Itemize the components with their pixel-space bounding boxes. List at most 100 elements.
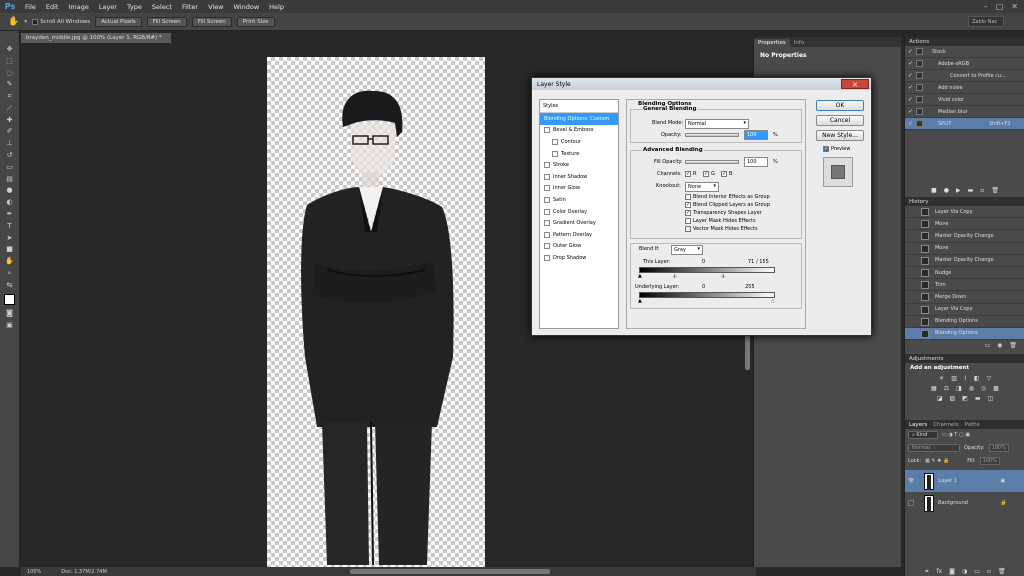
layer-name[interactable]: Background <box>938 500 996 506</box>
mask-icon[interactable]: ◙ <box>949 568 955 575</box>
new-document-icon[interactable]: ▭ <box>984 342 990 349</box>
style-blending-options[interactable]: Blending Options: Custom <box>540 113 618 125</box>
marquee-tool-icon[interactable]: ⬚ <box>4 57 16 65</box>
delete-icon[interactable]: 🗑 <box>991 187 999 194</box>
hue-saturation-icon[interactable]: ▦ <box>931 385 937 392</box>
layer-style-icon[interactable]: ▣ <box>1000 478 1005 484</box>
screen-mode-icon[interactable]: ▣ <box>4 321 16 329</box>
layer-name[interactable]: Layer 1 <box>938 478 996 484</box>
zoom-level[interactable]: 100% <box>27 569 41 575</box>
style-drop-shadow[interactable]: Drop Shadow <box>540 252 618 264</box>
history-item[interactable]: Master Opacity Change <box>905 255 1024 267</box>
group-icon[interactable]: ▭ <box>974 568 980 575</box>
layer-fill-field[interactable]: 100% <box>979 456 1000 465</box>
document-canvas[interactable] <box>267 57 485 567</box>
healing-tool-icon[interactable]: ✚ <box>4 116 16 124</box>
pen-tool-icon[interactable]: ✒ <box>4 210 16 218</box>
exposure-icon[interactable]: ◧ <box>974 375 980 382</box>
knockout-select[interactable]: None <box>685 182 719 192</box>
new-layer-icon[interactable]: ▫ <box>987 568 991 575</box>
history-item[interactable]: Blending Options <box>905 316 1024 328</box>
new-set-icon[interactable]: ▬ <box>968 187 974 194</box>
foreground-color-swatch[interactable] <box>4 294 15 306</box>
opacity-slider[interactable] <box>685 133 739 137</box>
style-stroke[interactable]: Stroke <box>540 159 618 171</box>
gradient-map-icon[interactable]: ▬ <box>975 395 981 402</box>
blend-mode-select[interactable]: Normal <box>685 119 749 129</box>
cancel-button[interactable]: Cancel <box>816 115 864 126</box>
blend-clipped-checkbox[interactable]: ✓ Blend Clipped Layers as Group <box>685 202 770 208</box>
action-item[interactable]: ✓ Median blur <box>905 106 1024 118</box>
layer-mask-hides-checkbox[interactable]: Layer Mask Hides Effects <box>685 218 756 224</box>
action-item[interactable]: ✓ Convert to Profile cu... <box>905 70 1024 82</box>
maximize-button[interactable]: □ <box>996 2 1004 11</box>
menu-image[interactable]: Image <box>63 3 93 11</box>
print-size-button[interactable]: Print Size <box>236 16 275 27</box>
fx-icon[interactable]: fx <box>936 568 942 575</box>
quick-mask-icon[interactable]: ◙ <box>4 309 16 317</box>
gradient-tool-icon[interactable]: ▤ <box>4 175 16 183</box>
menu-filter[interactable]: Filter <box>177 3 203 11</box>
action-item[interactable]: ✓ Adobe-sRGB <box>905 58 1024 70</box>
scroll-all-windows-checkbox[interactable]: Scroll All Windows <box>32 18 90 25</box>
history-item[interactable]: Trim <box>905 279 1024 292</box>
channel-mixer-icon[interactable]: ◎ <box>981 385 986 392</box>
this-layer-black-handle[interactable]: ▲ <box>638 273 642 279</box>
history-item[interactable]: Layer Via Copy <box>905 206 1024 219</box>
fill-screen-button[interactable]: Fill Screen <box>191 16 232 27</box>
action-item[interactable]: ✓ Add noise <box>905 82 1024 94</box>
history-item[interactable]: Merge Down <box>905 291 1024 304</box>
this-layer-split-handle-left[interactable]: ◭ <box>673 273 677 279</box>
blend-if-select[interactable]: Gray <box>671 245 703 255</box>
styles-header[interactable]: Styles <box>540 100 618 113</box>
underlying-white-handle[interactable]: △ <box>771 298 775 304</box>
document-tab[interactable]: brayden_middle.jpg @ 100% (Layer 1, RGB/… <box>21 33 171 43</box>
style-texture[interactable]: Texture <box>540 148 618 160</box>
history-item[interactable]: Move <box>905 243 1024 255</box>
style-satin[interactable]: Satin <box>540 194 618 206</box>
blur-tool-icon[interactable]: ● <box>4 186 16 194</box>
opacity-field[interactable]: 100 <box>744 130 768 140</box>
action-item[interactable]: ✓ Vivid color <box>905 94 1024 106</box>
quick-select-tool-icon[interactable]: ✎ <box>4 80 16 88</box>
invert-icon[interactable]: ◪ <box>937 395 943 402</box>
blend-interior-checkbox[interactable]: Blend Interior Effects as Group <box>685 194 770 200</box>
workspace-switcher[interactable]: Zablo Nac <box>968 16 1004 27</box>
history-item[interactable]: Move <box>905 218 1024 231</box>
menu-help[interactable]: Help <box>264 3 289 11</box>
lasso-tool-icon[interactable]: ◌ <box>4 69 16 77</box>
fit-screen-button[interactable]: Fill Screen <box>146 16 187 27</box>
style-pattern-overlay[interactable]: Pattern Overlay <box>540 229 618 241</box>
eyedropper-tool-icon[interactable]: ⟋ <box>4 104 16 112</box>
color-balance-icon[interactable]: ⚖ <box>944 385 949 392</box>
clone-stamp-tool-icon[interactable]: ⊥ <box>4 139 16 147</box>
tab-paths[interactable]: Paths <box>965 422 980 428</box>
new-action-icon[interactable]: ▫ <box>980 187 984 194</box>
this-layer-gradient[interactable] <box>639 267 775 273</box>
photo-filter-icon[interactable]: ◍ <box>969 385 974 392</box>
brush-tool-icon[interactable]: ✐ <box>4 127 16 135</box>
adjustments-tab[interactable]: Adjustments <box>905 354 1024 363</box>
curves-icon[interactable]: ⌇ <box>964 375 967 382</box>
layer-row[interactable]: Background 🔒 <box>905 492 1024 514</box>
action-item[interactable]: ✓ Stock <box>905 46 1024 58</box>
black-white-icon[interactable]: ◨ <box>956 385 962 392</box>
menu-type[interactable]: Type <box>122 3 147 11</box>
snapshot-icon[interactable]: ◉ <box>997 342 1002 349</box>
history-item-selected[interactable]: Blending Options <box>905 327 1024 341</box>
action-item-selected[interactable]: ✓ SPLIT Shift+F3 <box>905 118 1024 130</box>
play-icon[interactable]: ▶ <box>956 187 961 194</box>
minimize-button[interactable]: – <box>984 2 988 11</box>
layer-row-selected[interactable]: 👁 Layer 1 ▣ <box>905 470 1024 492</box>
menu-select[interactable]: Select <box>147 3 177 11</box>
underlying-black-handle[interactable]: ▲ <box>638 298 642 304</box>
style-contour[interactable]: Contour <box>540 136 618 148</box>
delete-icon[interactable]: 🗑 <box>998 568 1006 575</box>
actions-tab[interactable]: Actions <box>905 37 1024 46</box>
brightness-icon[interactable]: ☀ <box>939 375 944 382</box>
stop-icon[interactable]: ■ <box>931 187 937 194</box>
vertical-scrollbar[interactable] <box>745 330 750 370</box>
channel-r-checkbox[interactable]: ✓ R <box>685 171 696 177</box>
visibility-box[interactable] <box>908 500 914 506</box>
zoom-tool-icon[interactable]: ⌕ <box>4 269 16 277</box>
